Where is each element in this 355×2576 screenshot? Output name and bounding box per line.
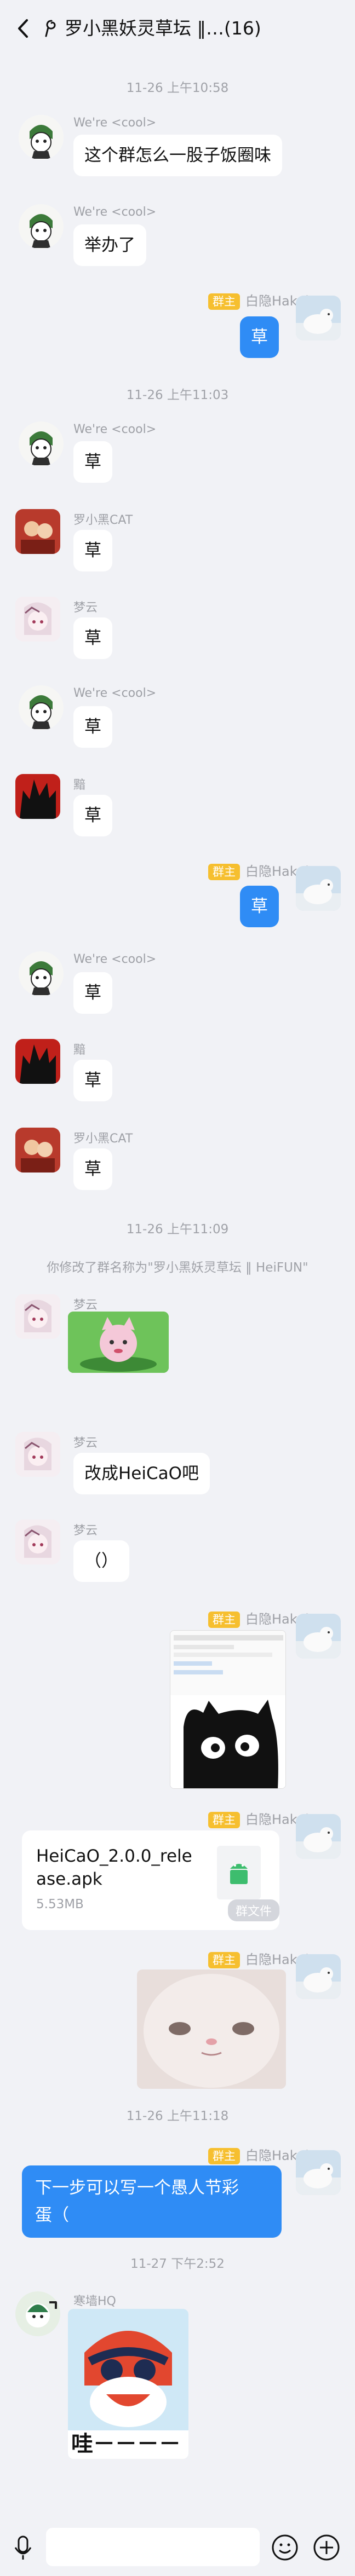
android-file-icon (217, 1846, 261, 1899)
sender-name: We're <cool> (73, 116, 157, 130)
role-badge: 群主 (208, 1612, 240, 1628)
role-badge: 群主 (208, 1812, 240, 1828)
message-bubble-self[interactable]: 草 (240, 316, 279, 358)
add-icon[interactable] (312, 2533, 341, 2562)
sender-role-and-name: 群主 白隐Hakuin (208, 860, 317, 880)
file-name-line-2: ase.apk (36, 1869, 102, 1889)
message-input[interactable] (46, 2528, 260, 2566)
message-bubble[interactable]: 这个群怎么一股子饭圈味 (73, 135, 282, 176)
sender-role-and-name: 群主 白隐Hakuin (208, 290, 317, 310)
timestamp: 11-26 上午11:03 (126, 388, 229, 402)
sender-name: 黯 (73, 778, 86, 792)
avatar[interactable] (15, 2291, 60, 2336)
message-bubble-self[interactable]: 下一步可以写一个愚人节彩 蛋（ (22, 2165, 282, 2238)
back-arrow-icon[interactable] (12, 16, 34, 41)
system-notice: 你修改了群名称为"罗小黑妖灵草坛 ‖ HeiFUN" (47, 1261, 308, 1275)
shared-image[interactable] (170, 1630, 286, 1789)
role-badge: 群主 (208, 2148, 240, 2164)
message-bubble[interactable]: 草 (73, 441, 112, 483)
input-bar (0, 2522, 355, 2576)
sender-name: We're <cool> (73, 686, 157, 700)
voice-icon[interactable] (12, 2534, 34, 2562)
avatar[interactable] (15, 1520, 60, 1564)
chat-title[interactable]: 罗小黑妖灵草坛 ‖…(16) (65, 16, 261, 41)
message-bubble[interactable]: 改成HeiCaO吧 (73, 1453, 210, 1494)
sender-name: We're <cool> (73, 952, 157, 966)
sender-name: We're <cool> (73, 205, 157, 219)
avatar[interactable] (19, 421, 64, 466)
sender-name: 梦云 (73, 1436, 98, 1450)
avatar[interactable] (19, 115, 64, 160)
role-badge: 群主 (208, 1952, 240, 1968)
sender-name: We're <cool> (73, 423, 157, 436)
message-bubble[interactable]: 草 (73, 530, 112, 571)
sender-role-and-name: 群主 白隐Hakuin (208, 1809, 317, 1828)
cat-photo[interactable] (137, 1969, 286, 2089)
timestamp: 11-26 上午10:58 (126, 81, 229, 95)
sender-name: 梦云 (73, 1524, 98, 1538)
avatar[interactable] (19, 951, 64, 996)
sender-role-and-name: 群主 白隐Hakuin (208, 1608, 317, 1628)
sender-name: 梦云 (73, 1298, 98, 1312)
message-bubble[interactable]: （） (73, 1540, 129, 1582)
message-bubble-self[interactable]: 草 (240, 886, 279, 927)
group-file-tag[interactable]: 群文件 (228, 1899, 280, 1921)
sender-role-and-name: 群主 白隐Hakuin (208, 1949, 317, 1968)
avatar[interactable] (15, 1039, 60, 1084)
sticker-caption: 哇－－－－ (71, 2431, 181, 2457)
message-bubble[interactable]: 草 (73, 972, 112, 1014)
avatar[interactable] (15, 1432, 60, 1477)
avatar-self[interactable] (296, 296, 341, 340)
sender-name: 黯 (73, 1043, 86, 1057)
avatar[interactable] (15, 597, 60, 642)
message-line: 下一步可以写一个愚人节彩 (35, 2178, 239, 2198)
chat-type-icon (41, 18, 62, 39)
timestamp: 11-26 上午11:18 (126, 2109, 229, 2123)
avatar-self[interactable] (296, 1954, 341, 1999)
avatar-self[interactable] (296, 2150, 341, 2195)
message-bubble[interactable]: 草 (73, 1148, 112, 1190)
avatar[interactable] (15, 1128, 60, 1173)
sender-name: 梦云 (73, 601, 98, 615)
emoji-icon[interactable] (271, 2533, 299, 2562)
sender-name: 寒墙HQ (73, 2295, 116, 2308)
role-badge: 群主 (208, 293, 240, 310)
sticker-image[interactable] (68, 1312, 169, 1373)
message-line: 蛋（ (35, 2205, 69, 2225)
sender-name: 罗小黑CAT (73, 513, 133, 527)
file-size: 5.53MB (36, 1897, 84, 1911)
message-bubble[interactable]: 草 (73, 795, 112, 836)
timestamp: 11-26 上午11:09 (126, 1222, 229, 1237)
avatar-self[interactable] (296, 866, 341, 911)
avatar[interactable] (19, 685, 64, 730)
message-bubble[interactable]: 举办了 (73, 224, 146, 266)
avatar[interactable] (15, 774, 60, 819)
message-bubble[interactable]: 草 (73, 706, 112, 748)
timestamp: 11-27 下午2:52 (130, 2257, 225, 2271)
top-bar: 罗小黑妖灵草坛 ‖…(16) (0, 0, 355, 59)
avatar-self[interactable] (296, 1814, 341, 1859)
avatar[interactable] (15, 1294, 60, 1339)
file-name-line-1: HeiCaO_2.0.0_rele (36, 1846, 192, 1866)
message-bubble[interactable]: 草 (73, 617, 112, 659)
avatar[interactable] (19, 204, 64, 249)
sender-name: 罗小黑CAT (73, 1132, 133, 1146)
avatar-self[interactable] (296, 1614, 341, 1659)
message-bubble[interactable]: 草 (73, 1060, 112, 1101)
sticker-image[interactable]: 哇－－－－ (68, 2309, 188, 2459)
avatar[interactable] (15, 509, 60, 554)
role-badge: 群主 (208, 864, 240, 880)
sender-role-and-name: 群主 白隐Hakuin (208, 2145, 317, 2164)
